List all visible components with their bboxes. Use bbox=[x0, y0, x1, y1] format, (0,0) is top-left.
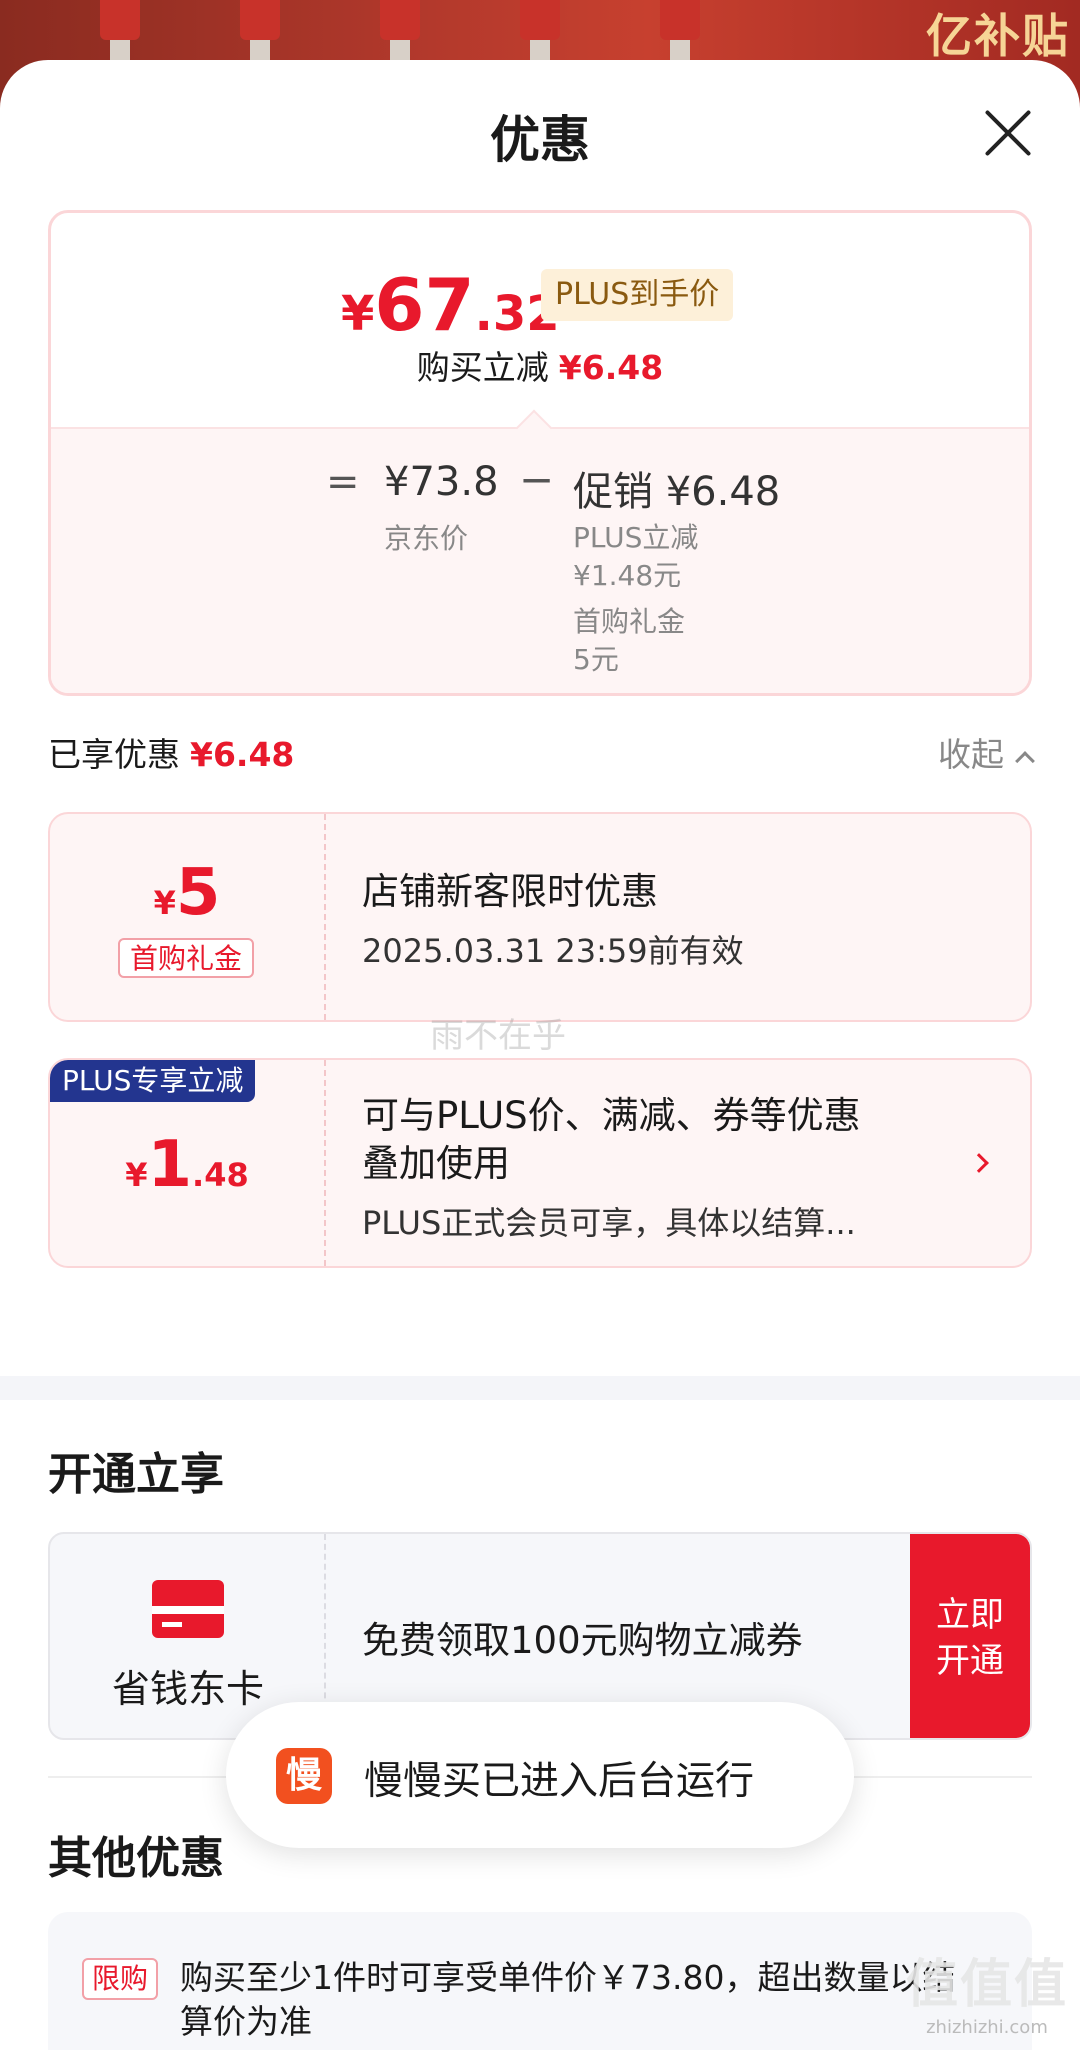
coupon-title: 店铺新客限时优惠 bbox=[362, 870, 658, 913]
promo-line: 5元 bbox=[573, 643, 619, 676]
sheet-header: 优惠 bbox=[0, 60, 1080, 210]
promo-line: 首购礼金 bbox=[573, 605, 686, 638]
price-summary-card: ¥67.32 PLUS到手价 购买立减 ¥6.48 = ¥73.8 京东价 − 促… bbox=[48, 210, 1032, 696]
coupon-amount: ¥5 bbox=[153, 856, 221, 930]
section-divider bbox=[0, 1376, 1080, 1400]
promo-total: 促销 ¥6.48 bbox=[573, 469, 781, 515]
corner-watermark: 值值值 zhizhizhi.com bbox=[905, 1955, 1068, 2038]
section-title-other: 其他优惠 bbox=[48, 1833, 224, 1884]
sheet-title: 优惠 bbox=[490, 111, 590, 169]
jd-price-label: 京东价 bbox=[384, 522, 469, 555]
plus-price-badge: PLUS到手价 bbox=[541, 269, 734, 321]
coupon-title: 叠加使用 bbox=[362, 1142, 510, 1185]
watermark-text: 雨不在乎 bbox=[430, 1016, 566, 1056]
jd-price: ¥73.8 bbox=[384, 459, 499, 505]
final-price: ¥67.32 bbox=[341, 263, 560, 347]
coupon-card-plus[interactable]: PLUS专享立减 ¥1.48 可与PLUS价、满减、券等优惠 叠加使用 PLUS… bbox=[48, 1058, 1032, 1268]
bottle-graphic bbox=[660, 0, 700, 80]
equals-sign: = bbox=[326, 459, 360, 505]
collapse-button[interactable]: 收起 bbox=[938, 728, 1035, 776]
coupon-card-new-customer[interactable]: ¥5 首购礼金 店铺新客限时优惠 2025.03.31 23:59前有效 bbox=[48, 812, 1032, 1022]
instant-discount: 购买立减 ¥6.48 bbox=[416, 348, 664, 387]
close-icon[interactable] bbox=[982, 108, 1032, 158]
bottle-graphic bbox=[240, 0, 280, 80]
coupon-amount: ¥1.48 bbox=[125, 1128, 249, 1202]
chevron-up-icon bbox=[1015, 751, 1035, 771]
app-icon: 慢 bbox=[276, 1748, 332, 1804]
bottle-graphic bbox=[380, 0, 420, 80]
open-now-button[interactable]: 立即 开通 bbox=[910, 1534, 1030, 1738]
coupon-title: 可与PLUS价、满减、券等优惠 bbox=[362, 1094, 861, 1137]
price-breakdown: = ¥73.8 京东价 − 促销 ¥6.48 PLUS立减 ¥1.48元 首购礼… bbox=[51, 409, 1029, 693]
promo-line: ¥1.48元 bbox=[573, 559, 682, 592]
coupon-type-tag: 首购礼金 bbox=[118, 938, 255, 978]
bottle-graphic bbox=[100, 0, 140, 80]
chevron-right-icon[interactable] bbox=[969, 1153, 989, 1173]
bottle-graphic bbox=[520, 0, 560, 80]
credit-card-icon bbox=[152, 1580, 224, 1638]
card-description: 免费领取100元购物立减券 bbox=[362, 1619, 803, 1662]
promo-line: PLUS立减 bbox=[573, 521, 699, 554]
background-toast: 慢 慢慢买已进入后台运行 bbox=[226, 1702, 854, 1848]
enjoyed-discount: 已享优惠 ¥6.48 bbox=[48, 735, 295, 774]
banner-text: 亿补贴 bbox=[926, 9, 1070, 63]
limit-tag: 限购 bbox=[82, 1958, 159, 2000]
other-discount-card: 限购 购买至少1件时可享受单件价￥73.80，超出数量以结算价为准 bbox=[48, 1912, 1032, 2050]
discount-sheet: 优惠 ¥67.32 PLUS到手价 购买立减 ¥6.48 = ¥73.8 京东价 … bbox=[0, 60, 1080, 2050]
toast-text: 慢慢买已进入后台运行 bbox=[364, 1759, 755, 1804]
limit-description: 购买至少1件时可享受单件价￥73.80，超出数量以结算价为准 bbox=[180, 1958, 956, 2041]
minus-sign: − bbox=[519, 455, 555, 504]
coupon-validity: 2025.03.31 23:59前有效 bbox=[362, 932, 744, 970]
coupon-desc: PLUS正式会员可享，具体以结算... bbox=[362, 1204, 856, 1242]
section-title-open: 开通立享 bbox=[48, 1449, 224, 1500]
